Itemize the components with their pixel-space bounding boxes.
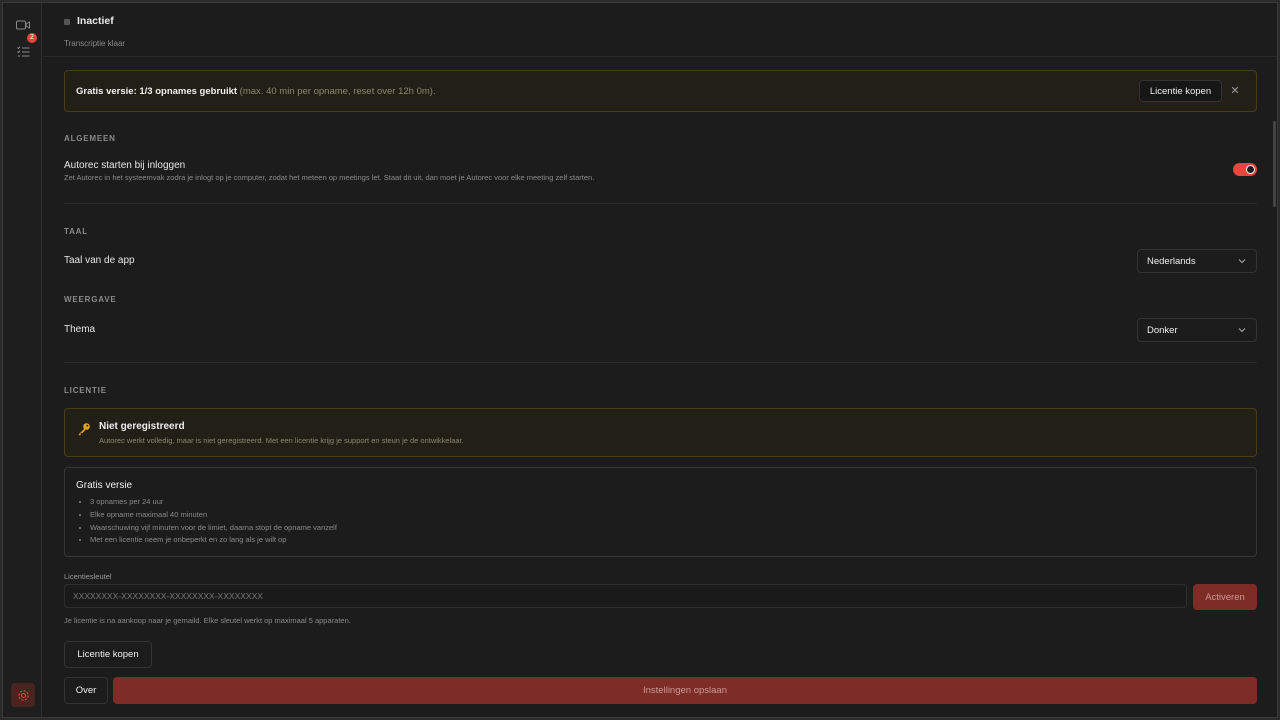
banner-usage: Gratis versie: 1/3 opnames gebruikt xyxy=(76,86,238,97)
free-version-list: 3 opnames per 24 uur Elke opname maximaa… xyxy=(90,496,337,547)
free-version-title: Gratis versie xyxy=(76,480,133,491)
list-item: Waarschuwing vijf minuten voor de limiet… xyxy=(90,522,337,535)
license-key-input[interactable]: XXXXXXXX-XXXXXXXX-XXXXXXXX-XXXXXXXX xyxy=(64,584,1187,608)
list-item: 3 opnames per 24 uur xyxy=(90,496,337,509)
section-heading-display: WEERGAVE xyxy=(64,295,117,304)
status-title: Inactief xyxy=(77,15,114,27)
buy-license-button[interactable]: Licentie kopen xyxy=(64,641,152,668)
activate-button[interactable]: Activeren xyxy=(1193,584,1257,610)
status-bar: Inactief Transcriptie klaar xyxy=(43,3,1277,57)
language-select-value: Nederlands xyxy=(1147,256,1196,267)
video-icon xyxy=(16,20,30,30)
sidebar: 2 xyxy=(3,3,42,717)
license-key-hint: Je licentie is na aankoop naar je gemail… xyxy=(64,616,351,625)
banner-buy-license-button[interactable]: Licentie kopen xyxy=(1139,80,1222,102)
notice-description: Autorec werkt volledig, maar is niet ger… xyxy=(99,436,464,445)
theme-select-value: Donker xyxy=(1147,325,1178,336)
about-button[interactable]: Over xyxy=(64,677,108,704)
key-icon xyxy=(78,423,90,436)
autostart-label: Autorec starten bij inloggen xyxy=(64,160,186,171)
list-item: Elke opname maximaal 40 minuten xyxy=(90,509,337,522)
toggle-knob xyxy=(1246,165,1255,174)
license-key-label: Licentiesleutel xyxy=(64,572,112,581)
chevron-down-icon xyxy=(1238,259,1246,264)
banner-text: Gratis versie: 1/3 opnames gebruikt (max… xyxy=(76,86,436,97)
banner-detail: (max. 40 min per opname, reset over 12h … xyxy=(237,86,436,97)
tasks-nav-button[interactable]: 2 xyxy=(11,33,37,63)
theme-select[interactable]: Donker xyxy=(1137,318,1257,342)
free-version-box: Gratis versie 3 opnames per 24 uur Elke … xyxy=(64,467,1257,557)
notice-title: Niet geregistreerd xyxy=(99,421,185,432)
unregistered-notice: Niet geregistreerd Autorec werkt volledi… xyxy=(64,408,1257,457)
theme-label: Thema xyxy=(64,324,96,335)
status-subtitle: Transcriptie klaar xyxy=(64,39,126,48)
free-version-banner: Gratis versie: 1/3 opnames gebruikt (max… xyxy=(64,70,1257,112)
app-window: 2 Inactief Transcriptie klaar Gratis ver… xyxy=(2,2,1278,718)
save-settings-button[interactable]: Instellingen opslaan xyxy=(113,677,1257,704)
section-heading-license: LICENTIE xyxy=(64,386,107,395)
language-label: Taal van de app xyxy=(64,255,135,266)
divider xyxy=(64,362,1257,363)
section-heading-language: TAAL xyxy=(64,227,88,236)
autostart-toggle[interactable] xyxy=(1233,163,1257,176)
status-indicator xyxy=(64,19,70,25)
list-item: Met een licentie neem je onbeperkt en zo… xyxy=(90,534,337,547)
gear-icon xyxy=(17,689,29,701)
close-icon[interactable]: ✕ xyxy=(1228,83,1242,97)
section-heading-general: ALGEMEEN xyxy=(64,134,116,143)
settings-page: Inactief Transcriptie klaar Gratis versi… xyxy=(43,3,1277,717)
chevron-down-icon xyxy=(1238,328,1246,333)
language-select[interactable]: Nederlands xyxy=(1137,249,1257,273)
checklist-icon xyxy=(16,45,29,57)
notification-badge: 2 xyxy=(27,33,37,43)
settings-nav-button[interactable] xyxy=(11,683,35,707)
divider xyxy=(64,203,1257,204)
autostart-description: Zet Autorec in het systeemvak zodra je i… xyxy=(64,173,595,182)
scrollbar[interactable] xyxy=(1273,121,1276,207)
